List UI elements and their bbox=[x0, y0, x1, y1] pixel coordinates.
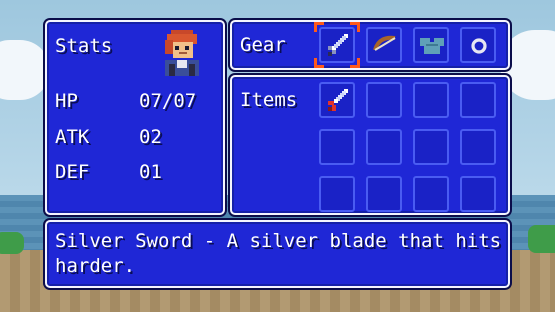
item-description: Silver Sword - A silver blade that hits … bbox=[55, 230, 502, 277]
stat-value-hp: 07/07 bbox=[139, 90, 197, 112]
ring-icon bbox=[471, 38, 487, 54]
gear-slot-ring[interactable] bbox=[460, 27, 496, 63]
item-slot[interactable] bbox=[460, 176, 496, 212]
stat-label-def: DEF bbox=[55, 161, 90, 183]
stat-value-atk: 02 bbox=[139, 126, 162, 148]
gear-panel: Gear bbox=[230, 20, 510, 70]
gear-slot-armor[interactable] bbox=[413, 27, 449, 63]
item-slot[interactable] bbox=[366, 82, 402, 118]
item-slot[interactable] bbox=[460, 82, 496, 118]
hero-portrait-icon bbox=[165, 30, 199, 76]
stats-panel: Stats HP 07/07 ATK 02 DEF 01 bbox=[45, 20, 225, 215]
item-slot[interactable] bbox=[413, 82, 449, 118]
selection-cursor bbox=[314, 22, 360, 68]
bush bbox=[0, 232, 24, 254]
items-panel: Items bbox=[230, 75, 510, 215]
item-slot[interactable] bbox=[366, 129, 402, 165]
item-slot[interactable] bbox=[413, 176, 449, 212]
bush bbox=[528, 225, 555, 253]
item-slot[interactable] bbox=[460, 129, 496, 165]
stat-value-def: 01 bbox=[139, 161, 162, 183]
item-slot[interactable] bbox=[366, 176, 402, 212]
armor-icon bbox=[420, 38, 444, 54]
item-slot[interactable] bbox=[413, 129, 449, 165]
stats-title: Stats bbox=[55, 35, 113, 57]
stat-label-atk: ATK bbox=[55, 126, 90, 148]
gear-title: Gear bbox=[240, 34, 286, 56]
item-slot[interactable] bbox=[319, 82, 355, 118]
item-slot[interactable] bbox=[319, 129, 355, 165]
items-title: Items bbox=[240, 89, 298, 111]
red-sword-icon bbox=[328, 89, 348, 111]
bow-icon bbox=[373, 35, 396, 51]
stat-label-hp: HP bbox=[55, 90, 78, 112]
gear-slot-bow[interactable] bbox=[366, 27, 402, 63]
description-panel: Silver Sword - A silver blade that hits … bbox=[45, 220, 510, 288]
item-slot[interactable] bbox=[319, 176, 355, 212]
cloud bbox=[0, 40, 50, 100]
